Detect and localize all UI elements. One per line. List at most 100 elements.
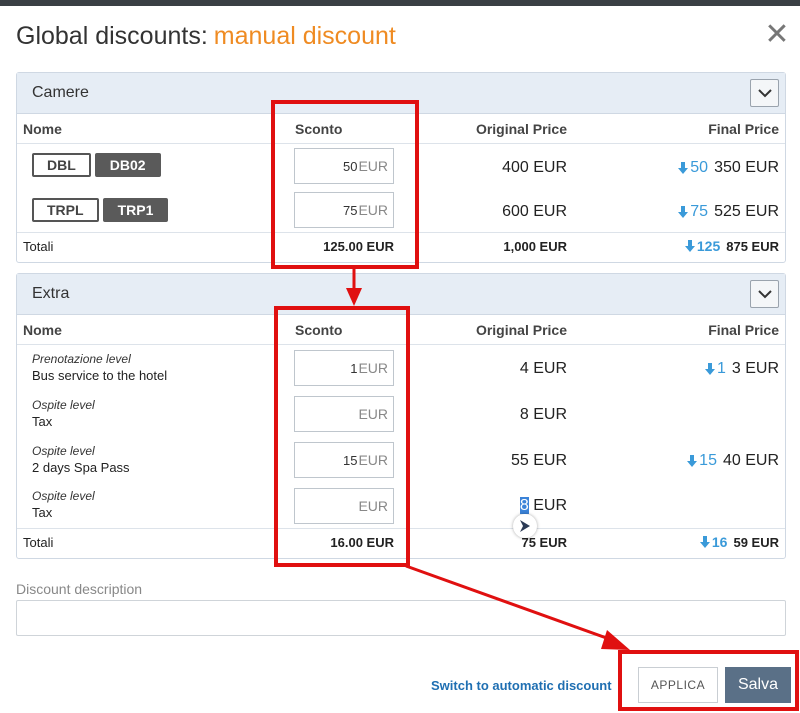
applica-button[interactable]: APPLICA (638, 667, 718, 703)
save-button[interactable]: Salva (725, 667, 791, 703)
total-discount-badge: 16 (699, 534, 728, 550)
discount-input[interactable]: EUR (294, 396, 394, 432)
original-unit: EUR (533, 497, 567, 514)
arrow-down-icon (687, 455, 698, 467)
discount-value: 50 (342, 158, 358, 174)
total-final-price: 875 EUR (726, 238, 779, 254)
modal-title: Global discounts: manual discount (16, 20, 396, 52)
list-item: Ospite level Tax (32, 398, 95, 429)
level-label: Prenotazione level (32, 352, 131, 366)
col-nome: Nome (23, 322, 62, 338)
level-label: Ospite level (32, 398, 95, 412)
col-final-price: Final Price (708, 322, 779, 338)
background-topbar (0, 0, 800, 6)
list-item: Ospite level Tax (32, 489, 95, 520)
chevron-down-icon (757, 88, 772, 97)
original-price: 8 EUR (519, 497, 567, 515)
camere-panel-header[interactable]: Camere (17, 73, 785, 114)
arrow-down-icon (684, 240, 695, 252)
global-discounts-modal: Global discounts: manual discount ✕ Came… (0, 0, 800, 713)
arrow-down-icon (678, 206, 689, 218)
discount-badge: 75 (678, 203, 708, 221)
camere-collapse-button[interactable] (750, 79, 779, 107)
discount-input[interactable]: 1 EUR (294, 350, 394, 386)
selected-text: 8 (519, 497, 529, 514)
description-label: Discount description (16, 581, 143, 597)
arrow-down-icon (704, 363, 715, 375)
final-price: 350 EUR (714, 159, 779, 176)
total-final-price: 59 EUR (733, 534, 779, 550)
discount-input[interactable]: 75 EUR (294, 192, 394, 228)
currency-suffix: EUR (358, 360, 388, 376)
currency-suffix: EUR (358, 498, 388, 514)
table-row: TRPL TRP1 (32, 198, 172, 222)
currency-suffix: EUR (358, 202, 388, 218)
list-item: Ospite level 2 days Spa Pass (32, 444, 130, 475)
total-sconto: 16.00 EUR (330, 535, 394, 550)
currency-suffix: EUR (358, 452, 388, 468)
final-price: 40 EUR (722, 452, 779, 469)
extra-name: Tax (32, 505, 53, 520)
discount-badge: 1 (704, 360, 726, 378)
extra-name: 2 days Spa Pass (32, 460, 130, 475)
description-input[interactable] (16, 600, 786, 636)
assistant-fab-icon[interactable] (513, 514, 537, 538)
discount-input[interactable]: 50 EUR (294, 148, 394, 184)
total-label: Totali (23, 239, 54, 254)
col-final-price: Final Price (708, 121, 779, 137)
currency-suffix: EUR (358, 406, 388, 422)
title-text: Global discounts: (16, 21, 208, 50)
discount-amount: 16 (711, 534, 728, 550)
original-price: 55 EUR (510, 452, 567, 469)
title-accent: manual discount (213, 21, 396, 50)
total-sconto: 125.00 EUR (323, 239, 394, 254)
col-sconto: Sconto (295, 322, 343, 338)
discount-amount: 50 (690, 159, 709, 176)
discount-input[interactable]: EUR (294, 488, 394, 524)
camere-column-headers: Nome Sconto Original Price Final Price (17, 114, 785, 144)
extra-panel-header[interactable]: Extra (17, 274, 785, 315)
total-discount-badge: 125 (684, 238, 721, 254)
camere-total-row: Totali 125.00 EUR 1,000 EUR 125 875 EUR (17, 233, 785, 262)
original-price: 600 EUR (502, 203, 567, 220)
room-type-tag: DBL (32, 153, 91, 177)
table-row: DBL DB02 (32, 153, 165, 177)
extra-rows: Prenotazione level Bus service to the ho… (17, 345, 785, 529)
extra-collapse-button[interactable] (750, 280, 779, 308)
col-original-price: Original Price (475, 121, 567, 137)
level-label: Ospite level (32, 489, 95, 503)
camere-panel: Camere Nome Sconto Original Price Final … (16, 72, 786, 263)
discount-badge: 15 (687, 452, 717, 470)
arrow-down-icon (699, 536, 710, 548)
discount-badge: 50 (678, 159, 708, 177)
arrow-down-icon (678, 162, 689, 174)
currency-suffix: EUR (358, 158, 388, 174)
col-nome: Nome (23, 121, 62, 137)
room-number-tag: TRP1 (102, 198, 169, 222)
discount-value: 1 (350, 360, 358, 376)
room-number-tag: DB02 (94, 153, 161, 177)
room-type-tag: TRPL (32, 198, 99, 222)
chevron-down-icon (757, 289, 772, 298)
original-price: 8 EUR (519, 406, 567, 423)
discount-amount: 1 (716, 360, 726, 377)
extra-title: Extra (32, 285, 70, 302)
total-original: 1,000 EUR (503, 239, 567, 254)
discount-amount: 75 (690, 203, 709, 220)
discount-input[interactable]: 15 EUR (294, 442, 394, 478)
total-label: Totali (23, 535, 54, 550)
close-icon[interactable]: ✕ (762, 20, 792, 50)
extra-name: Bus service to the hotel (32, 368, 168, 383)
switch-automatic-discount-link[interactable]: Switch to automatic discount (431, 678, 612, 693)
level-label: Ospite level (32, 444, 95, 458)
discount-amount: 125 (696, 238, 721, 254)
extra-column-headers: Nome Sconto Original Price Final Price (17, 315, 785, 345)
list-item: Prenotazione level Bus service to the ho… (32, 352, 167, 383)
discount-value: 75 (342, 202, 358, 218)
col-original-price: Original Price (475, 322, 567, 338)
extra-panel: Extra Nome Sconto Original Price Final P… (16, 273, 786, 559)
final-price: 3 EUR (731, 360, 779, 377)
discount-value: 15 (342, 452, 358, 468)
extra-total-row: Totali 16.00 EUR 75 EUR 16 59 EUR (17, 529, 785, 558)
original-price: 4 EUR (519, 360, 567, 377)
